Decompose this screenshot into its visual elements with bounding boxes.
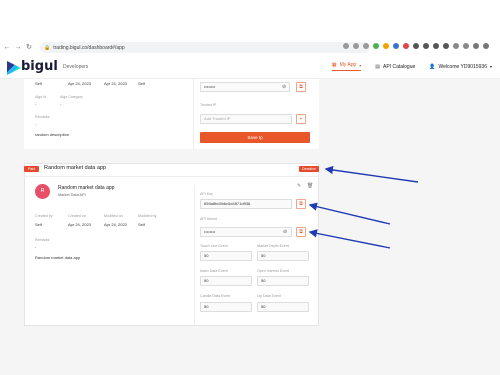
modified-by-value: Self	[138, 222, 145, 227]
arrow-to-copy-key	[308, 202, 391, 225]
modified-by-label: Modified by	[138, 214, 157, 218]
app-subtitle: Market Data API	[58, 193, 86, 197]
arrow-to-deactivate	[324, 165, 419, 183]
back-icon[interactable]: ←	[3, 44, 11, 52]
extension-icon[interactable]	[483, 43, 489, 49]
market-depth-field[interactable]: 50	[257, 251, 309, 261]
eye-off-icon[interactable]: ⊘	[283, 229, 287, 235]
extension-icon[interactable]	[453, 43, 459, 49]
chevron-down-icon: ▾	[359, 62, 362, 68]
modified-on-label: Modified on	[104, 214, 123, 218]
extension-icon[interactable]	[443, 43, 449, 49]
nav-api-catalogue-label: API Catalogue	[383, 63, 416, 70]
algo-category-label: Algo Category	[60, 95, 83, 99]
touch-line-label: Touch Line Event	[200, 244, 228, 248]
touch-line-field[interactable]: 50	[200, 251, 252, 261]
market-depth-label: Market Depth Event	[257, 244, 289, 248]
divider	[194, 186, 195, 326]
url-text: trading.bigul.co/dashboard#/app	[53, 44, 125, 51]
modified-by-value: Self	[138, 81, 145, 86]
extension-icon[interactable]	[393, 43, 399, 49]
api-secret-label: API Secret	[200, 217, 218, 221]
arrow-to-copy-secret	[308, 229, 391, 249]
ltp-data-label: Ltp Data Event	[257, 294, 281, 298]
lock-icon: 🔒	[44, 44, 51, 51]
extension-icon[interactable]	[343, 43, 349, 49]
app-header: bigul Developers ▦ My App ▾ ▤ API Catalo…	[0, 57, 500, 79]
divider	[193, 79, 194, 149]
nav-user-menu[interactable]: 👤 Welcome YD9015936 ▾	[429, 64, 492, 70]
section-title: Developers	[63, 64, 89, 70]
forward-icon[interactable]: →	[14, 44, 22, 52]
remarks-label: Remarks	[35, 115, 50, 119]
chevron-down-icon: ▾	[489, 64, 492, 69]
open-interest-label: Open Interest Event	[257, 269, 289, 273]
created-by-label: Created by	[35, 214, 53, 218]
card-header-divider	[24, 176, 319, 177]
algo-id-value: -	[35, 101, 37, 106]
extension-icon[interactable]	[353, 43, 359, 49]
remarks-dash: -	[35, 121, 37, 126]
candle-data-field[interactable]: 50	[200, 302, 252, 312]
logo-icon	[7, 61, 21, 75]
extension-row	[343, 43, 489, 49]
user-icon: 👤	[429, 63, 436, 70]
copy-icon[interactable]: ⧉	[296, 82, 306, 92]
app-name: Random market data app	[58, 185, 115, 191]
created-on-value: Apr 24, 2023	[68, 81, 91, 86]
created-on-value: Apr 24, 2023	[68, 222, 91, 227]
nav-api-catalogue[interactable]: ▤ API Catalogue	[375, 64, 415, 70]
created-by-value: Self	[35, 222, 42, 227]
algo-category-value: -	[60, 101, 62, 106]
trusted-ip-label: Trusted IP	[200, 103, 217, 107]
extension-icon[interactable]	[373, 43, 379, 49]
reload-icon[interactable]: ↻	[25, 44, 33, 52]
algo-id-label: Algo Id	[35, 95, 47, 99]
browser-chrome: ← → ↻ 🔒 trading.bigul.co/dashboard#/app	[0, 0, 500, 57]
annotation-arrows	[308, 165, 419, 249]
remarks-text: Random market data app	[35, 255, 81, 260]
api-secret-field[interactable]: ••••••••	[200, 227, 292, 237]
index-data-label: Index Data Event	[200, 269, 228, 273]
api-key-field[interactable]: 659a8bc5b6c5d4571d936	[200, 199, 292, 209]
save-ip-button[interactable]: Save Ip	[200, 132, 310, 143]
open-interest-field[interactable]: 50	[257, 276, 309, 286]
remarks-dash: -	[35, 244, 37, 249]
nav-my-app-label: My App	[339, 62, 357, 68]
modified-on-value: Apr 24, 2023	[104, 222, 127, 227]
eye-off-icon[interactable]: ⊘	[282, 84, 286, 90]
extension-icon[interactable]	[433, 43, 439, 49]
card-title: Random market data app	[44, 165, 107, 171]
logo-text: bigul	[21, 59, 58, 74]
candle-data-label: Candle Data Event	[200, 294, 231, 298]
extension-icon[interactable]	[363, 43, 369, 49]
catalogue-icon: ▤	[375, 63, 381, 70]
remarks-text: random description	[35, 132, 70, 137]
extension-icon[interactable]	[463, 43, 469, 49]
welcome-text: Welcome YD9015936	[438, 63, 487, 70]
trusted-ip-input[interactable]: Add Trusted IP	[200, 114, 292, 124]
paid-badge: Paid	[24, 166, 40, 172]
extension-icon[interactable]	[403, 43, 409, 49]
api-key-label: API Key	[200, 192, 213, 196]
extension-icon[interactable]	[473, 43, 479, 49]
ltp-data-field[interactable]: 50	[257, 302, 309, 312]
created-by-value: Self	[35, 81, 42, 86]
index-data-field[interactable]: 50	[200, 276, 252, 286]
api-secret-field-top[interactable]: ••••••••	[200, 82, 290, 92]
address-bar[interactable]: 🔒 trading.bigul.co/dashboard#/app	[40, 42, 370, 53]
grid-icon: ▦	[331, 62, 337, 68]
remarks-label: Remarks	[35, 238, 50, 242]
created-on-label: Created on	[68, 214, 86, 218]
nav-my-app[interactable]: ▦ My App ▾	[331, 62, 362, 71]
extension-icon[interactable]	[383, 43, 389, 49]
modified-on-value: Apr 24, 2023	[104, 81, 127, 86]
add-ip-icon[interactable]: +	[296, 114, 306, 124]
extension-icon[interactable]	[423, 43, 429, 49]
extension-icon[interactable]	[413, 43, 419, 49]
top-nav: ▦ My App ▾ ▤ API Catalogue 👤 Welcome YD9…	[331, 62, 492, 71]
avatar: R	[35, 184, 50, 199]
logo[interactable]: bigul	[5, 57, 60, 79]
